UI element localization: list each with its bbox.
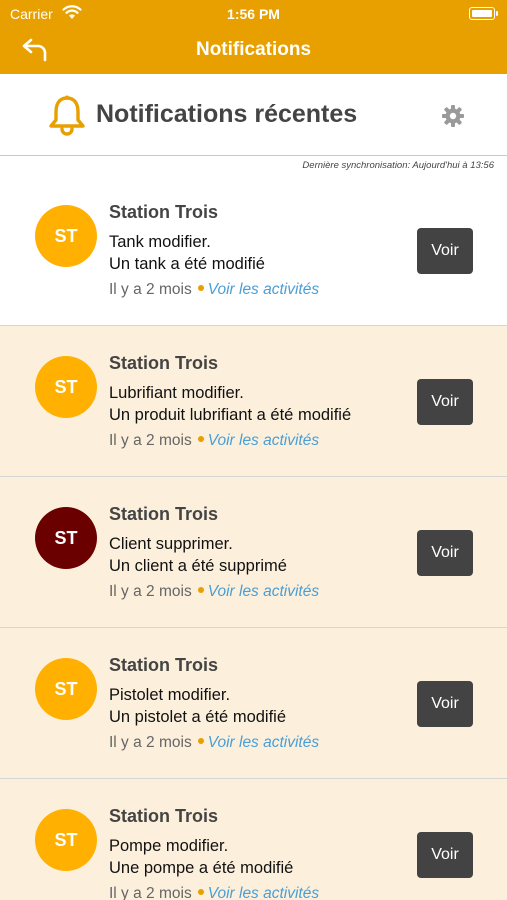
notification-title: Client supprimer. — [109, 535, 233, 553]
notification-description: Un tank a été modifié — [109, 255, 265, 273]
voir-button[interactable]: Voir — [417, 832, 473, 878]
notification-message: Pompe modifier. Une pompe a été modifié — [109, 835, 293, 879]
separator-dot — [197, 436, 204, 443]
notification-title: Pompe modifier. — [109, 837, 229, 855]
avatar: ST — [35, 507, 97, 569]
notification-meta: Il y a 2 mois Voir les activités — [109, 281, 319, 299]
notification-card[interactable]: ST Station Trois Pistolet modifier. Un p… — [0, 628, 507, 779]
separator-dot — [197, 285, 204, 292]
app-header: Carrier 1:56 PM Notifications — [0, 0, 507, 74]
station-name: Station Trois — [109, 806, 219, 826]
view-activities-link[interactable]: Voir les activités — [208, 432, 319, 449]
voir-button[interactable]: Voir — [417, 379, 473, 425]
avatar: ST — [35, 658, 97, 720]
avatar: ST — [35, 205, 97, 267]
nav-bar: Notifications — [0, 28, 507, 74]
notification-message: Client supprimer. Un client a été suppri… — [109, 533, 287, 577]
notification-description: Un client a été supprimé — [109, 557, 287, 575]
voir-button[interactable]: Voir — [417, 228, 473, 274]
station-name: Station Trois — [109, 504, 219, 524]
separator-dot — [197, 889, 204, 896]
notification-time: Il y a 2 mois — [109, 885, 192, 900]
notification-description: Une pompe a été modifié — [109, 859, 294, 877]
notification-meta: Il y a 2 mois Voir les activités — [109, 432, 319, 450]
notification-time: Il y a 2 mois — [109, 583, 192, 600]
notification-meta: Il y a 2 mois Voir les activités — [109, 583, 319, 601]
voir-button[interactable]: Voir — [417, 681, 473, 727]
notification-title: Tank modifier. — [109, 233, 211, 251]
separator-dot — [197, 738, 204, 745]
station-name: Station Trois — [109, 655, 219, 675]
notification-message: Tank modifier. Un tank a été modifié — [109, 231, 265, 275]
gear-icon[interactable] — [441, 104, 465, 128]
notification-title: Pistolet modifier. — [109, 686, 231, 704]
notification-description: Un produit lubrifiant a été modifié — [109, 406, 352, 424]
view-activities-link[interactable]: Voir les activités — [208, 885, 319, 900]
battery-icon — [469, 7, 498, 20]
nav-title: Notifications — [195, 39, 312, 60]
notification-meta: Il y a 2 mois Voir les activités — [109, 734, 319, 752]
avatar: ST — [35, 809, 97, 871]
notification-time: Il y a 2 mois — [109, 432, 192, 449]
station-name: Station Trois — [109, 353, 219, 373]
avatar: ST — [35, 356, 97, 418]
notification-list: ST Station Trois Tank modifier. Un tank … — [0, 175, 507, 900]
notification-card[interactable]: ST Station Trois Lubrifiant modifier. Un… — [0, 326, 507, 477]
view-activities-link[interactable]: Voir les activités — [208, 734, 319, 751]
notification-description: Un pistolet a été modifié — [109, 708, 287, 726]
notification-message: Pistolet modifier. Un pistolet a été mod… — [109, 684, 286, 728]
status-time: 1:56 PM — [227, 6, 280, 22]
notification-meta: Il y a 2 mois Voir les activités — [109, 885, 319, 900]
notification-message: Lubrifiant modifier. Un produit lubrifia… — [109, 382, 351, 426]
view-activities-link[interactable]: Voir les activités — [208, 281, 319, 298]
voir-button[interactable]: Voir — [417, 530, 473, 576]
notification-card[interactable]: ST Station Trois Client supprimer. Un cl… — [0, 477, 507, 628]
header-title: Notifications récentes — [96, 100, 358, 128]
view-activities-link[interactable]: Voir les activités — [208, 583, 319, 600]
notification-card[interactable]: ST Station Trois Pompe modifier. Une pom… — [0, 779, 507, 900]
sync-status: Dernière synchronisation: Aujourd'hui à … — [302, 160, 494, 171]
station-name: Station Trois — [109, 202, 219, 222]
status-bar: Carrier 1:56 PM — [0, 0, 507, 28]
notification-card[interactable]: ST Station Trois Tank modifier. Un tank … — [0, 175, 507, 326]
notification-time: Il y a 2 mois — [109, 734, 192, 751]
separator-dot — [197, 587, 204, 594]
notifications-header: Notifications récentes — [0, 74, 507, 156]
bell-icon — [49, 95, 85, 136]
notification-title: Lubrifiant modifier. — [109, 384, 244, 402]
notification-time: Il y a 2 mois — [109, 281, 192, 298]
